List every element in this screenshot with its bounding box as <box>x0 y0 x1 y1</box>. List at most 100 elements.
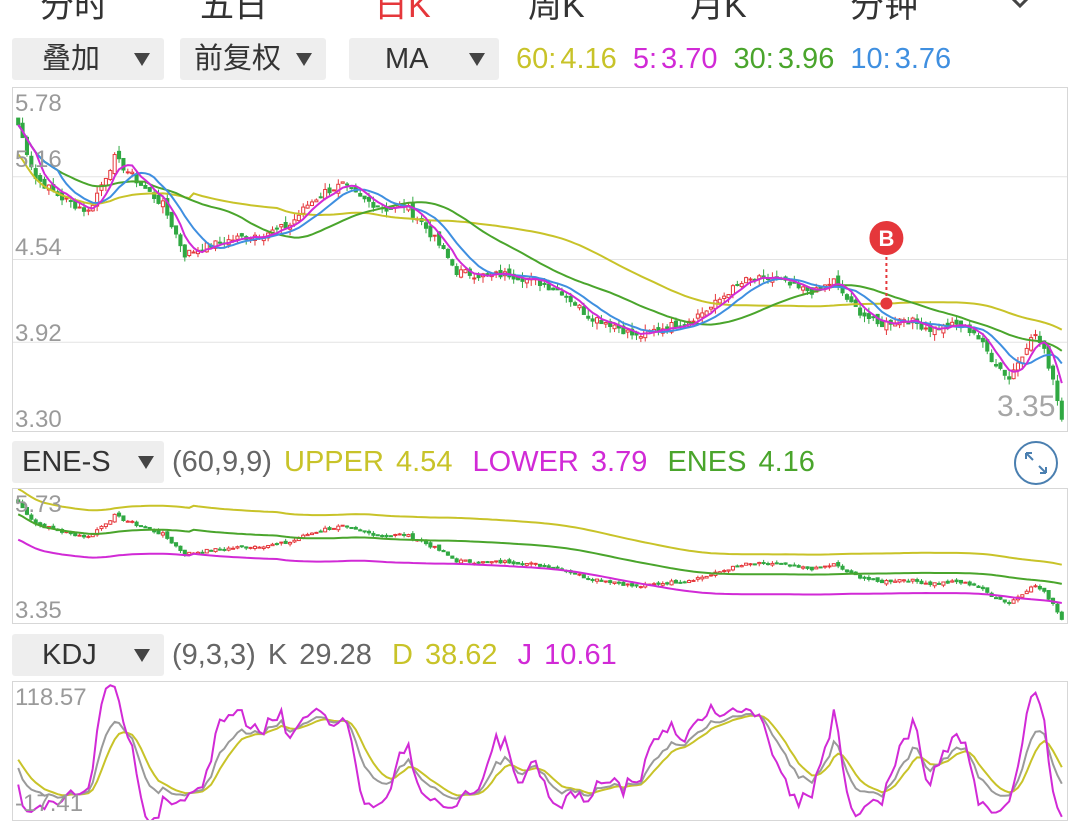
candle-body <box>599 579 604 582</box>
candle-body <box>520 563 525 566</box>
candle-body <box>327 527 332 531</box>
candle-body <box>529 562 534 565</box>
candle-body <box>226 547 231 551</box>
candle-body <box>941 581 946 586</box>
candle-body <box>244 546 249 549</box>
candle-body <box>862 312 867 317</box>
ene-upper-label: UPPER <box>284 446 384 478</box>
candle-body <box>86 209 91 212</box>
candle-body <box>301 206 306 214</box>
ene-lower-label: LOWER <box>472 446 579 478</box>
price-chart-panel[interactable]: B 5.78 5.16 4.54 3.92 3.30 3.35 <box>12 87 1068 433</box>
candle-body <box>489 561 494 564</box>
candle-body <box>954 579 959 583</box>
candle-body <box>787 281 792 286</box>
candle-body <box>976 335 981 340</box>
ene-chart-panel[interactable]: 5.73 3.35 <box>12 488 1068 624</box>
candle-body <box>717 298 722 304</box>
candle-body <box>901 579 906 582</box>
kdj-toolbar: KDJ (9,3,3) K 29.28 D 38.62 J 10.61 <box>0 634 1080 680</box>
ene-chart[interactable] <box>13 489 1067 623</box>
kdj-j-value: 10.61 <box>544 639 617 671</box>
candle-body <box>406 534 411 537</box>
candle-body <box>783 562 788 565</box>
kdj-chart[interactable] <box>13 682 1067 820</box>
candle-body <box>323 527 328 533</box>
overlay-dropdown[interactable]: 叠加 <box>12 38 164 80</box>
kdj-values: (9,3,3) K 29.28 D 38.62 J 10.61 <box>172 634 621 676</box>
candle-body <box>296 214 301 222</box>
candle-body <box>134 521 139 527</box>
tab-intraday[interactable]: 分时 <box>40 0 108 27</box>
candle-body <box>156 194 161 204</box>
tab-daily-k[interactable]: 日K <box>374 0 431 27</box>
tab-minute[interactable]: 分钟 <box>850 0 918 27</box>
candle-body <box>967 581 972 586</box>
ma10-value: 3.76 <box>894 43 952 75</box>
candle-body <box>581 574 586 579</box>
candle-body <box>844 569 849 573</box>
candle-body <box>608 580 613 584</box>
candle-body <box>108 520 113 525</box>
candle-body <box>748 278 753 281</box>
candle-body <box>761 562 766 565</box>
candle-body <box>467 559 472 563</box>
kdj-dropdown[interactable]: KDJ <box>12 634 164 676</box>
candle-body <box>345 183 350 186</box>
candle-body <box>81 534 87 538</box>
candle-body <box>410 202 415 218</box>
ene-dropdown[interactable]: ENE-S <box>12 441 164 483</box>
candle-body <box>827 283 832 286</box>
candle-body <box>494 560 499 563</box>
candle-body <box>923 327 928 330</box>
candle-body <box>362 530 367 533</box>
expand-icon[interactable] <box>1012 439 1060 487</box>
candle-body <box>485 561 490 564</box>
candle-body <box>375 534 380 537</box>
tab-five-day[interactable]: 五日 <box>200 0 268 27</box>
candle-body <box>1024 590 1029 595</box>
candle-body <box>691 579 696 582</box>
candle-body <box>682 581 687 584</box>
ma5-line <box>17 124 1063 384</box>
candle-body <box>117 150 122 160</box>
candle-body <box>752 563 757 566</box>
ene-params: (60,9,9) <box>172 446 272 478</box>
candle-body <box>594 578 600 582</box>
price-chart[interactable]: B <box>13 88 1067 431</box>
candle-body <box>665 582 670 585</box>
candle-body <box>704 575 709 579</box>
candle-body <box>309 532 315 536</box>
chevron-down-icon <box>134 649 150 662</box>
candle-body <box>809 566 814 571</box>
candle-body <box>507 559 512 564</box>
indicator-label: MA <box>385 43 429 75</box>
settings-icon[interactable] <box>1004 0 1036 10</box>
candle-body <box>476 274 481 279</box>
candle-body <box>577 573 582 576</box>
candle-body <box>217 548 222 551</box>
ma5-value: 3.70 <box>661 43 718 75</box>
candle-body <box>993 597 999 600</box>
candle-body <box>700 576 705 580</box>
candle-body <box>893 580 898 583</box>
tab-monthly-k[interactable]: 月K <box>690 0 747 27</box>
tab-weekly-k[interactable]: 周K <box>528 0 585 27</box>
candle-body <box>586 578 591 581</box>
candle-body <box>318 530 323 533</box>
candle-body <box>1033 585 1038 588</box>
candle-body <box>1024 347 1029 355</box>
candle-body <box>1020 594 1025 598</box>
candle-body <box>331 527 336 530</box>
adjust-dropdown[interactable]: 前复权 <box>180 38 326 80</box>
candle-body <box>687 580 692 584</box>
indicator-dropdown[interactable]: MA <box>349 38 499 80</box>
ma30-value: 3.96 <box>777 43 835 75</box>
candle-body <box>165 531 170 539</box>
candle-body <box>910 578 915 582</box>
candle-body <box>542 282 547 285</box>
candle-body <box>502 560 507 563</box>
kdj-chart-panel[interactable]: 118.57 -17.41 <box>12 681 1068 821</box>
candle-body <box>274 227 279 230</box>
candle-body <box>103 523 108 528</box>
